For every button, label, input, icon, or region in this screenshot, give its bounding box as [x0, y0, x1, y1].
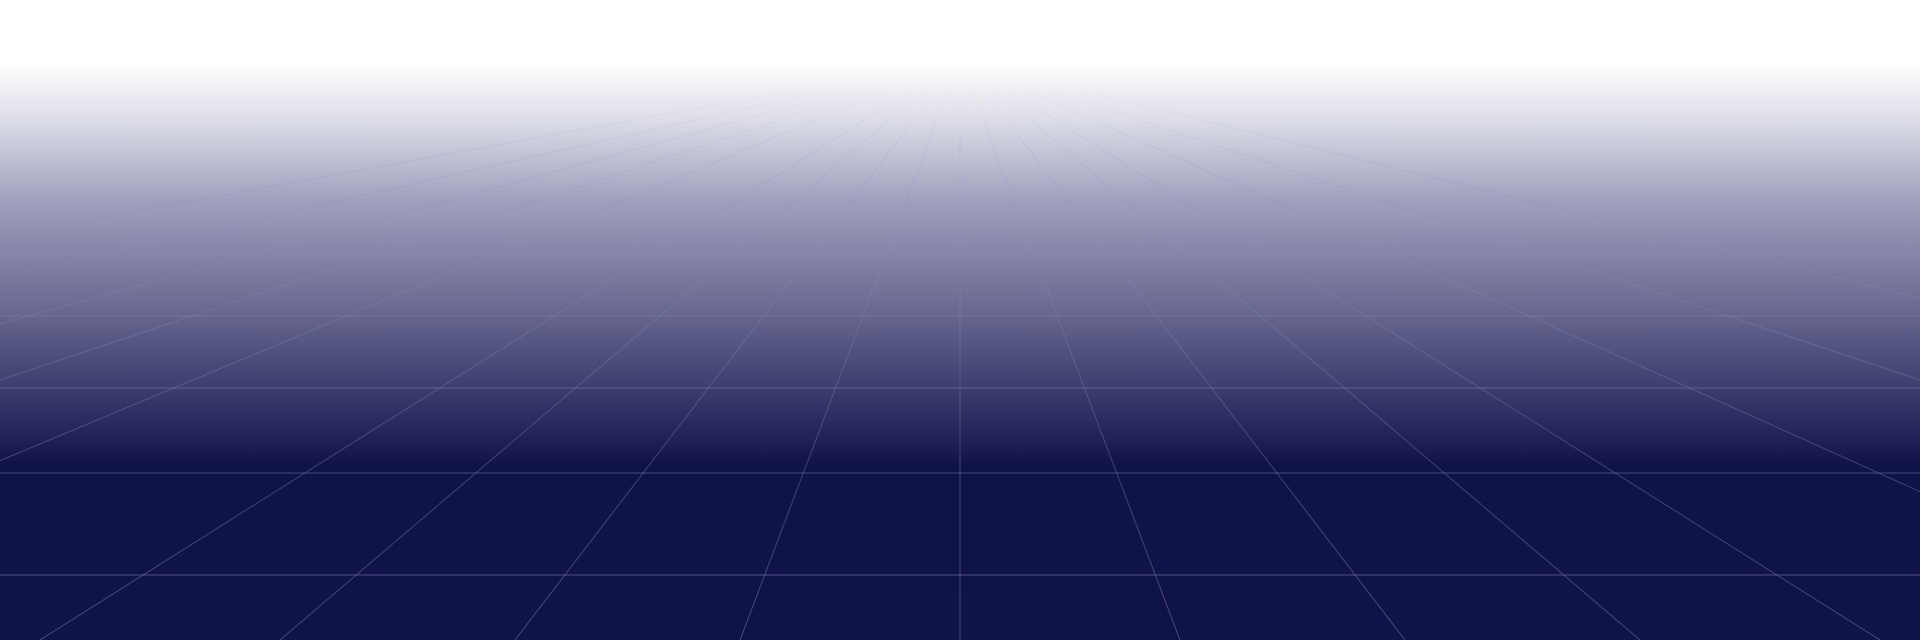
grid-converging-line	[279, 59, 961, 640]
grid-converging-line	[0, 59, 961, 381]
grid-converging-line	[514, 59, 961, 640]
grid-converging-line	[0, 59, 961, 462]
grid-converging-line	[959, 59, 1920, 381]
grid-converging-line	[959, 59, 1881, 640]
grid-converging-line	[0, 59, 961, 279]
right-edge-strip	[1920, 0, 1924, 640]
grid-converging-line	[739, 59, 961, 640]
grid-converging-line	[39, 59, 961, 640]
grid-converging-line	[0, 59, 961, 325]
grid-lines-group	[0, 59, 1920, 640]
perspective-grid	[0, 59, 1920, 640]
grid-converging-line	[0, 59, 961, 237]
grid-converging-line	[959, 59, 1920, 493]
perspective-grid-background	[0, 0, 1924, 640]
grid-converging-line	[959, 59, 1181, 640]
grid-converging-line	[959, 59, 1641, 640]
grid-converging-line	[959, 59, 1920, 299]
grid-converging-line	[959, 59, 1406, 640]
